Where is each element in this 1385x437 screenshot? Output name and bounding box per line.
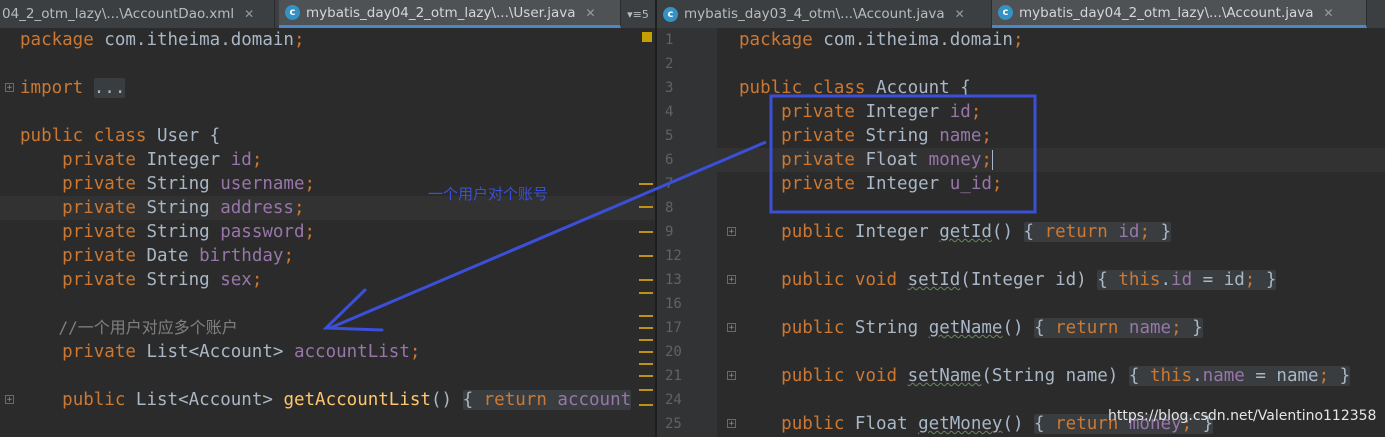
right-code-area[interactable]: 1 2 3 4 5 6 7 8 9 12 13 16 17 20 21 24 2… (657, 28, 1385, 437)
fold-expand-icon[interactable]: + (5, 83, 14, 93)
tab-account-java-day04[interactable]: c mybatis_day04_2_otm_lazy\...\Account.j… (992, 0, 1367, 28)
watermark-text: https://blog.csdn.net/Valentino112358 (1108, 408, 1377, 424)
line-number: 20 (665, 344, 682, 360)
stripe-mark (639, 351, 653, 353)
code-line: package com.itheima.domain; (20, 30, 305, 50)
annotation-text: 一个用户对个账号 (428, 185, 549, 203)
stripe-mark (639, 255, 653, 257)
right-tab-bar: c mybatis_day03_4_otm\...\Account.java ✕… (657, 0, 1385, 29)
stripe-mark (639, 206, 653, 208)
tab-account-java-day03[interactable]: c mybatis_day03_4_otm\...\Account.java ✕ (657, 0, 992, 28)
fold-expand-icon[interactable]: + (727, 371, 736, 381)
code-line: private Integer id; (62, 150, 263, 170)
java-class-icon: c (285, 5, 300, 20)
line-number: 9 (665, 224, 674, 240)
close-icon[interactable]: ✕ (244, 7, 254, 21)
stripe-mark (639, 363, 653, 365)
stripe-mark (639, 292, 653, 294)
stripe-mark (639, 279, 653, 281)
code-line: public List<Account> getAccountList() { … (62, 390, 632, 410)
fold-expand-icon[interactable]: + (727, 227, 736, 237)
line-number-gutter: 1 2 3 4 5 6 7 8 9 12 13 16 17 20 21 24 2… (657, 28, 717, 437)
line-number: 16 (665, 296, 682, 312)
line-number: 25 (665, 416, 682, 432)
close-icon[interactable]: ✕ (1324, 6, 1334, 20)
code-line: package com.itheima.domain; (739, 30, 1024, 50)
java-class-icon: c (998, 5, 1013, 20)
code-line: public class User { (20, 126, 221, 146)
stripe-mark (639, 375, 653, 377)
code-line: private Integer id; (781, 102, 982, 122)
warning-indicator-icon (642, 32, 652, 42)
stripe-mark (639, 183, 653, 185)
code-line: public void setId(Integer id) { this.id … (781, 270, 1277, 290)
stripe-mark (639, 231, 653, 233)
java-class-icon: c (663, 6, 678, 22)
stripe-mark (639, 339, 653, 341)
error-stripe[interactable] (639, 28, 653, 437)
line-number: 24 (665, 392, 682, 408)
code-line: private String username; (62, 174, 316, 194)
fold-expand-icon[interactable]: + (5, 395, 14, 405)
line-number: 4 (665, 104, 674, 120)
stripe-mark (639, 315, 653, 317)
tab-accountdao-xml[interactable]: 04_2_otm_lazy\...\AccountDao.xml ✕ (0, 0, 275, 28)
code-line: public String getName() { return name; } (781, 318, 1203, 338)
code-line: private Integer u_id; (781, 174, 1003, 194)
close-icon[interactable]: ✕ (586, 6, 596, 20)
tab-label: mybatis_day04_2_otm_lazy\...\Account.jav… (1019, 4, 1314, 21)
close-icon[interactable]: ✕ (955, 7, 965, 21)
code-comment-line: //一个用户对应多个账户 (20, 318, 238, 337)
code-line: public Integer getId() { return id; } (781, 222, 1172, 242)
line-number: 13 (665, 272, 682, 288)
line-number: 12 (665, 248, 682, 264)
fold-expand-icon[interactable]: + (727, 323, 736, 333)
line-number: 3 (665, 80, 674, 96)
line-number: 8 (665, 200, 674, 216)
tab-list-menu-icon[interactable]: ▾≡5 (621, 0, 655, 28)
code-line: private String name; (781, 126, 992, 146)
right-editor-pane[interactable]: c mybatis_day03_4_otm\...\Account.java ✕… (657, 0, 1385, 437)
line-number: 1 (665, 32, 674, 48)
tab-label: mybatis_day03_4_otm\...\Account.java (684, 6, 945, 22)
line-number: 21 (665, 368, 682, 384)
tab-user-java[interactable]: c mybatis_day04_2_otm_lazy\...\User.java… (279, 0, 621, 28)
line-number: 6 (665, 152, 674, 168)
stripe-mark (639, 327, 653, 329)
code-line: private String password; (62, 222, 316, 242)
line-number: 5 (665, 128, 674, 144)
tab-label: 04_2_otm_lazy\...\AccountDao.xml (2, 6, 235, 22)
code-line: import ... (20, 78, 126, 98)
code-line: private Date birthday; (62, 246, 294, 266)
left-code-area[interactable]: + + package com.itheima.domain; import .… (0, 28, 655, 437)
stripe-mark (639, 389, 653, 391)
code-line: private String address; (62, 198, 305, 218)
fold-expand-icon[interactable]: + (727, 275, 736, 285)
fold-expand-icon[interactable]: + (727, 419, 736, 429)
code-line: private Float money; (781, 150, 993, 170)
left-tab-bar: 04_2_otm_lazy\...\AccountDao.xml ✕ c myb… (0, 0, 655, 29)
code-line: public class Account { (739, 78, 971, 98)
left-editor-pane[interactable]: 04_2_otm_lazy\...\AccountDao.xml ✕ c myb… (0, 0, 655, 437)
line-number: 7 (665, 176, 674, 192)
stripe-mark (639, 404, 653, 406)
code-line: private List<Account> accountList; (62, 342, 421, 362)
tab-label: mybatis_day04_2_otm_lazy\...\User.java (306, 4, 576, 21)
code-line: private String sex; (62, 270, 263, 290)
line-number: 17 (665, 320, 682, 336)
code-line: public void setName(String name) { this.… (781, 366, 1351, 386)
line-number: 2 (665, 56, 674, 72)
